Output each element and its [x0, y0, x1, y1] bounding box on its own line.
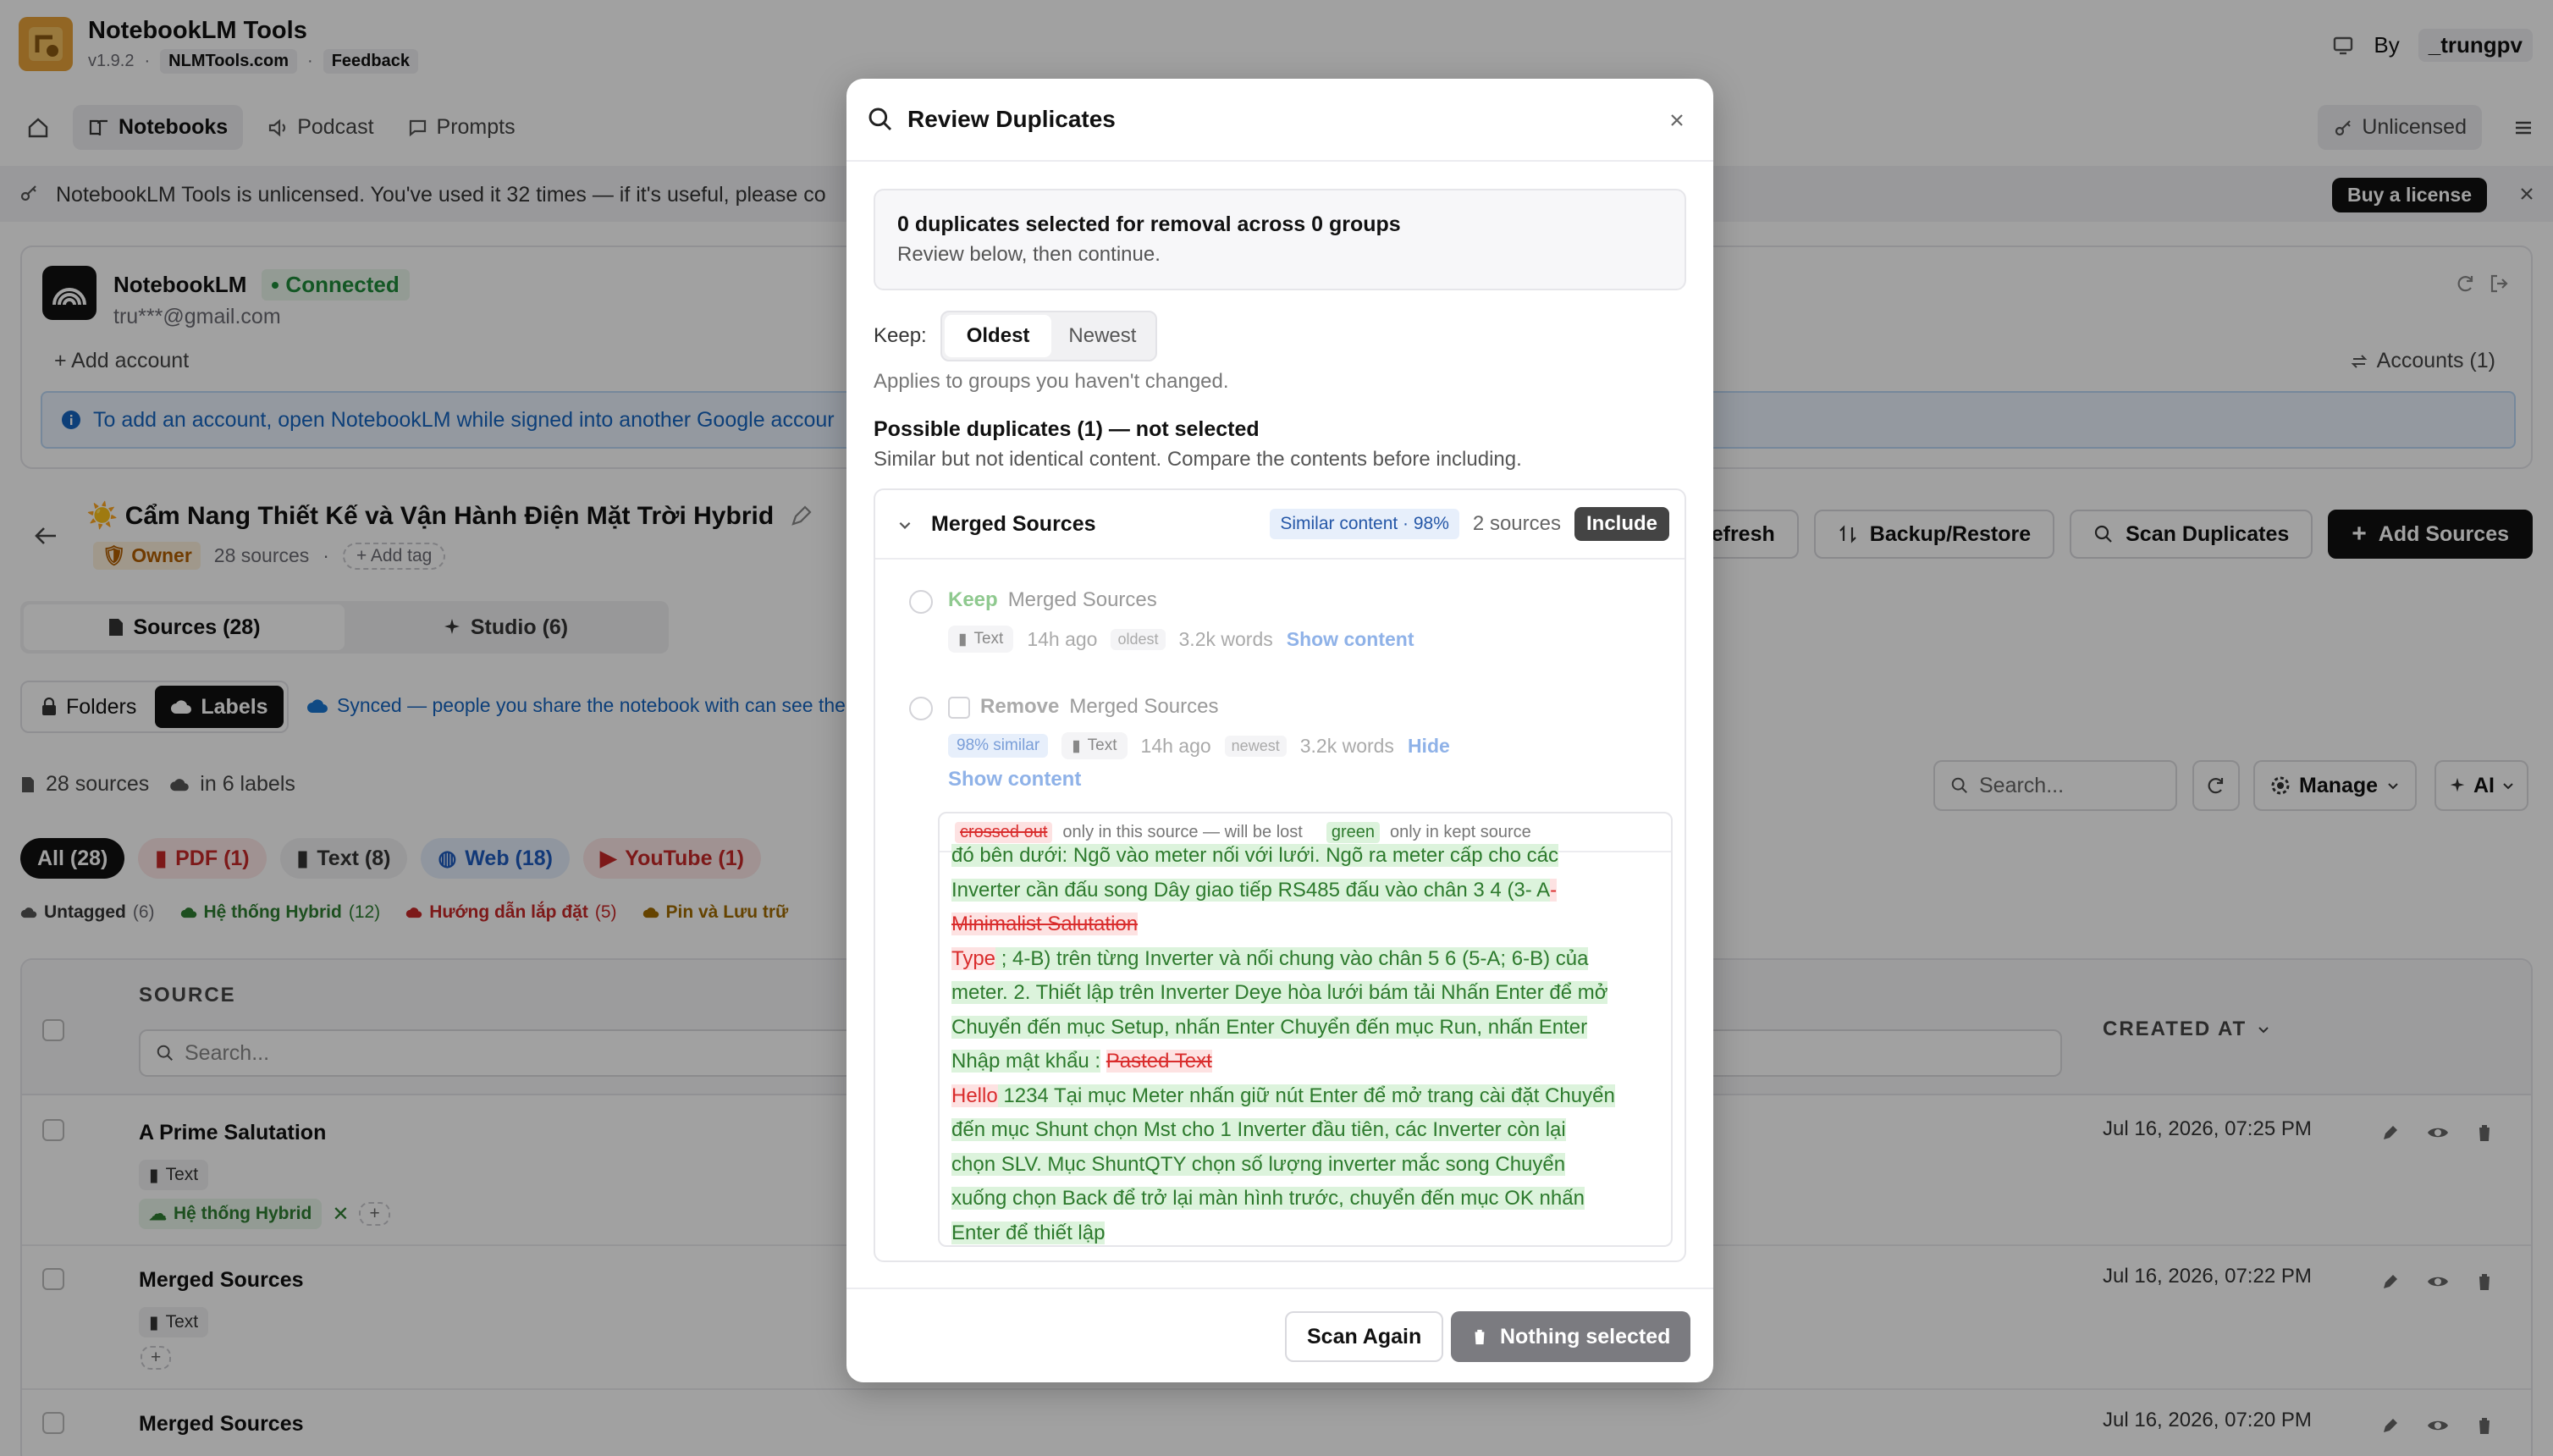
hide-content-link[interactable]: Hide: [1408, 735, 1450, 758]
remove-action-label: Remove: [980, 695, 1060, 718]
possible-duplicates-subtitle: Similar but not identical content. Compa…: [874, 448, 1522, 471]
group-count: 2 sources: [1472, 512, 1561, 535]
dialog-header: Review Duplicates: [846, 79, 1713, 162]
keep-hint: Applies to groups you haven't changed.: [874, 370, 1229, 393]
scan-again-button[interactable]: Scan Again: [1285, 1311, 1444, 1362]
selection-summary: 0 duplicates selected for removal across…: [874, 189, 1686, 290]
delete-selected-button[interactable]: Nothing selected: [1451, 1311, 1691, 1362]
summary-subtitle: Review below, then continue.: [897, 243, 1161, 266]
keep-oldest-option[interactable]: Oldest: [944, 315, 1052, 357]
show-content-link[interactable]: Show content: [948, 768, 1081, 791]
close-icon[interactable]: [1668, 111, 1686, 130]
remove-checkbox[interactable]: [948, 697, 970, 719]
review-duplicates-dialog: Review Duplicates 0 duplicates selected …: [846, 79, 1713, 1382]
include-button[interactable]: Include: [1574, 507, 1669, 541]
chevron-down-icon[interactable]: [897, 517, 913, 532]
document-icon: ▮: [958, 630, 968, 648]
group-name: Merged Sources: [931, 512, 1096, 536]
duplicate-group-card: Merged Sources Similar content · 98% 2 s…: [874, 488, 1686, 1262]
search-icon: [867, 106, 894, 133]
remove-radio[interactable]: [909, 697, 933, 720]
type-badge: ▮ Text: [1061, 732, 1128, 759]
content-diff-panel[interactable]: crossed out only in this source — will b…: [938, 812, 1673, 1247]
remove-words: 3.2k words: [1299, 734, 1394, 757]
keep-source-name: Merged Sources: [1007, 588, 1157, 611]
diff-content: đó bên dưới: Ngõ vào meter nối với lưới.…: [951, 844, 1615, 1244]
trash-icon: [1471, 1327, 1488, 1346]
keep-segmented-control: Oldest Newest: [940, 311, 1158, 361]
keep-newest-option[interactable]: Newest: [1051, 315, 1153, 357]
similarity-badge: Similar content · 98%: [1270, 509, 1459, 539]
oldest-badge: oldest: [1111, 628, 1166, 650]
remove-age: 14h ago: [1140, 734, 1211, 757]
dialog-footer: Scan Again Nothing selected: [846, 1288, 1713, 1382]
show-content-link[interactable]: Show content: [1287, 628, 1414, 651]
keep-radio[interactable]: [909, 590, 933, 614]
summary-title: 0 duplicates selected for removal across…: [897, 212, 1401, 236]
type-badge: ▮ Text: [948, 626, 1014, 653]
keep-age: 14h ago: [1027, 627, 1098, 650]
newest-badge: newest: [1224, 735, 1287, 757]
dialog-title: Review Duplicates: [907, 106, 1116, 132]
keep-action-label: Keep: [948, 588, 998, 611]
possible-duplicates-title: Possible duplicates (1) — not selected: [874, 417, 1260, 441]
keep-words: 3.2k words: [1178, 627, 1273, 650]
keep-label: Keep:: [874, 324, 927, 347]
similarity-tag: 98% similar: [948, 734, 1049, 758]
document-icon: ▮: [1072, 736, 1081, 755]
remove-source-name: Merged Sources: [1069, 695, 1219, 718]
